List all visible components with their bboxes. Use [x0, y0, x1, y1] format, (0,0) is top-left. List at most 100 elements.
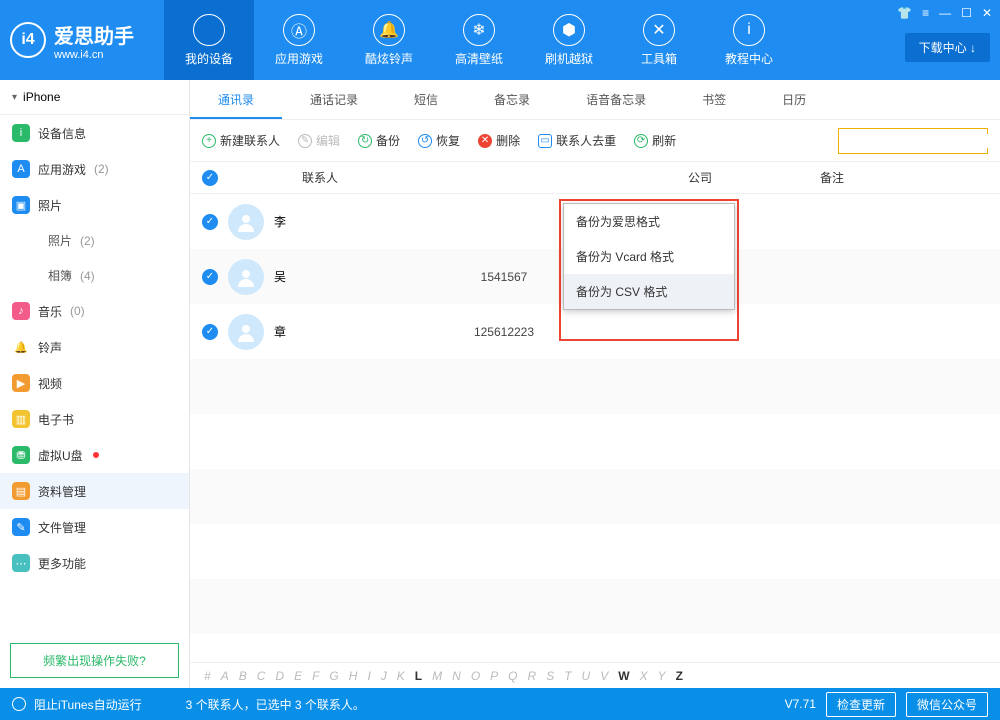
alpha-K[interactable]: K: [397, 669, 405, 683]
alpha-G[interactable]: G: [329, 669, 338, 683]
check-update-button[interactable]: 检查更新: [826, 692, 896, 717]
alpha-W[interactable]: W: [618, 669, 629, 683]
minimize-icon[interactable]: —: [939, 6, 951, 20]
sidebar-item-3[interactable]: 照片 (2): [0, 223, 189, 258]
subtab-5[interactable]: 书签: [674, 80, 754, 119]
skin-icon[interactable]: 👕: [897, 6, 912, 20]
alpha-E[interactable]: E: [294, 669, 302, 683]
alpha-D[interactable]: D: [275, 669, 284, 683]
sidebar-item-11[interactable]: ✎文件管理: [0, 509, 189, 545]
nav-icon: Ⓐ: [283, 14, 315, 46]
dedupe-button[interactable]: ▭联系人去重: [538, 132, 616, 149]
alpha-J[interactable]: J: [381, 669, 387, 683]
nav-item-1[interactable]: Ⓐ应用游戏: [254, 0, 344, 80]
sidebar-item-4[interactable]: 相簿 (4): [0, 258, 189, 293]
download-center-button[interactable]: 下载中心 ↓: [905, 33, 990, 62]
edit-button[interactable]: ✎编辑: [298, 132, 340, 149]
nav-item-6[interactable]: i教程中心: [704, 0, 794, 80]
alpha-P[interactable]: P: [490, 669, 498, 683]
col-company: 公司: [610, 169, 790, 186]
alpha-A[interactable]: A: [221, 669, 229, 683]
new-contact-button[interactable]: +新建联系人: [202, 132, 280, 149]
subtab-1[interactable]: 通话记录: [282, 80, 386, 119]
restore-button[interactable]: ↺恢复: [418, 132, 460, 149]
window-controls: 👕 ≡ — ☐ ✕: [897, 6, 992, 20]
toolbar: +新建联系人 ✎编辑 ↻备份 ↺恢复 ✕删除 ▭联系人去重 ⟳刷新 ⌕: [190, 120, 1000, 162]
contact-name: 章: [264, 323, 384, 340]
refresh-button[interactable]: ⟳刷新: [634, 132, 676, 149]
alpha-B[interactable]: B: [239, 669, 247, 683]
sidebar-item-9[interactable]: ⛃虚拟U盘: [0, 437, 189, 473]
close-icon[interactable]: ✕: [982, 6, 992, 20]
backup-button[interactable]: ↻备份: [358, 132, 400, 149]
itunes-toggle[interactable]: 阻止iTunes自动运行: [12, 696, 142, 713]
alpha-F[interactable]: F: [312, 669, 319, 683]
alpha-T[interactable]: T: [564, 669, 571, 683]
alpha-Q[interactable]: Q: [508, 669, 517, 683]
sidebar-item-7[interactable]: ▶视频: [0, 365, 189, 401]
alpha-Y[interactable]: Y: [658, 669, 666, 683]
sidebar-item-12[interactable]: ⋯更多功能: [0, 545, 189, 581]
row-checkbox[interactable]: ✓: [202, 214, 218, 230]
wechat-button[interactable]: 微信公众号: [906, 692, 988, 717]
alpha-#[interactable]: #: [204, 669, 211, 683]
alpha-V[interactable]: V: [600, 669, 608, 683]
nav-icon: ❄: [463, 14, 495, 46]
row-checkbox[interactable]: ✓: [202, 269, 218, 285]
subtab-4[interactable]: 语音备忘录: [558, 80, 674, 119]
device-selector[interactable]: iPhone: [0, 80, 189, 115]
contact-row[interactable]: ✓ 章125612223: [190, 304, 1000, 359]
sidebar-item-6[interactable]: 🔔铃声: [0, 329, 189, 365]
nav-item-5[interactable]: ✕工具箱: [614, 0, 704, 80]
alpha-O[interactable]: O: [471, 669, 480, 683]
subtab-2[interactable]: 短信: [386, 80, 466, 119]
sidebar-item-2[interactable]: ▣照片: [0, 187, 189, 223]
select-all-checkbox[interactable]: ✓: [202, 170, 218, 186]
alpha-X[interactable]: X: [640, 669, 648, 683]
sidebar-item-1[interactable]: A应用游戏 (2): [0, 151, 189, 187]
status-summary: 3 个联系人，已选中 3 个联系人。: [186, 696, 365, 713]
alpha-H[interactable]: H: [349, 669, 358, 683]
search-box[interactable]: ⌕: [838, 128, 988, 154]
alpha-U[interactable]: U: [582, 669, 591, 683]
sidebar-icon: 🔔: [12, 338, 30, 356]
delete-button[interactable]: ✕删除: [478, 132, 520, 149]
help-link[interactable]: 频繁出现操作失败?: [10, 643, 179, 678]
contact-phone: 125612223: [384, 325, 624, 339]
alpha-S[interactable]: S: [546, 669, 554, 683]
backup-option-csv[interactable]: 备份为 CSV 格式: [564, 274, 734, 309]
maximize-icon[interactable]: ☐: [961, 6, 972, 20]
nav-item-3[interactable]: ❄高清壁纸: [434, 0, 524, 80]
nav-item-2[interactable]: 🔔酷炫铃声: [344, 0, 434, 80]
search-input[interactable]: [845, 134, 1000, 148]
subtab-0[interactable]: 通讯录: [190, 80, 282, 119]
alpha-M[interactable]: M: [432, 669, 442, 683]
sidebar-icon: A: [12, 160, 30, 178]
sidebar-item-8[interactable]: ▥电子书: [0, 401, 189, 437]
subtab-3[interactable]: 备忘录: [466, 80, 558, 119]
avatar-icon: [228, 259, 264, 295]
row-checkbox[interactable]: ✓: [202, 324, 218, 340]
alpha-C[interactable]: C: [257, 669, 266, 683]
backup-option-vcard[interactable]: 备份为 Vcard 格式: [564, 239, 734, 274]
alpha-R[interactable]: R: [528, 669, 537, 683]
sidebar-icon: ♪: [12, 302, 30, 320]
alpha-Z[interactable]: Z: [676, 669, 683, 683]
nav-item-0[interactable]: 我的设备: [164, 0, 254, 80]
avatar-icon: [228, 314, 264, 350]
alpha-I[interactable]: I: [367, 669, 370, 683]
sidebar-item-0[interactable]: i设备信息: [0, 115, 189, 151]
backup-option-aisi[interactable]: 备份为爱思格式: [564, 204, 734, 239]
sidebar-item-5[interactable]: ♪音乐 (0): [0, 293, 189, 329]
sidebar: iPhone i设备信息A应用游戏 (2)▣照片照片 (2)相簿 (4)♪音乐 …: [0, 80, 190, 688]
device-name: iPhone: [23, 90, 60, 104]
nav-icon: ✕: [643, 14, 675, 46]
status-bar: 阻止iTunes自动运行 3 个联系人，已选中 3 个联系人。 V7.71 检查…: [0, 688, 1000, 720]
subtab-6[interactable]: 日历: [754, 80, 834, 119]
sidebar-icon: ▶: [12, 374, 30, 392]
sidebar-item-10[interactable]: ▤资料管理: [0, 473, 189, 509]
alpha-N[interactable]: N: [452, 669, 461, 683]
nav-item-4[interactable]: ⬢刷机越狱: [524, 0, 614, 80]
alpha-L[interactable]: L: [415, 669, 422, 683]
menu-icon[interactable]: ≡: [922, 6, 929, 20]
